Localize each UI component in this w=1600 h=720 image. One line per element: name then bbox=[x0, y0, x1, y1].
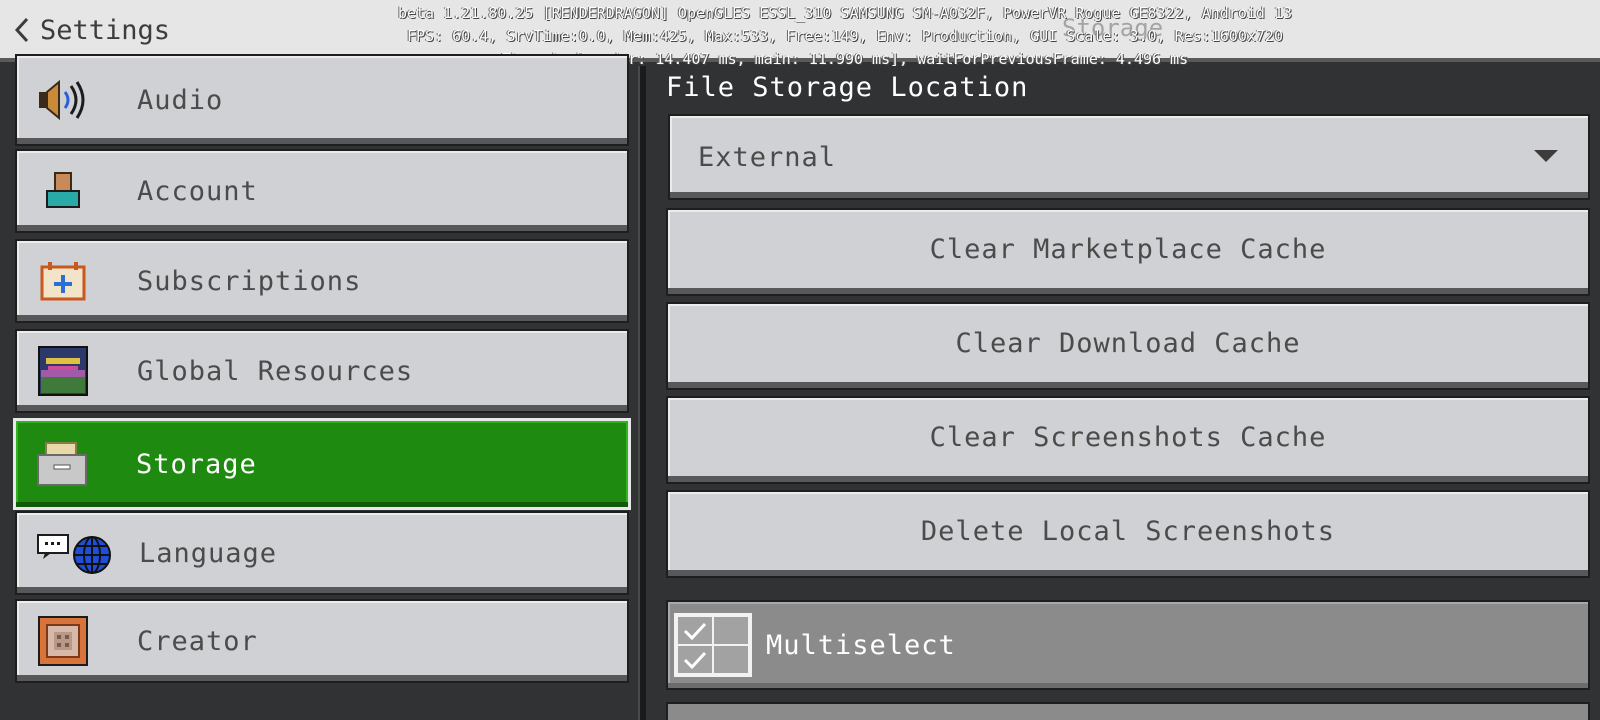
account-icon bbox=[35, 163, 91, 219]
empty-cell bbox=[713, 616, 749, 645]
sidebar-item-account[interactable]: Account bbox=[15, 149, 629, 233]
speaker-icon bbox=[35, 72, 91, 128]
multiselect-toggle[interactable]: Multiselect bbox=[666, 600, 1590, 690]
file-storage-location-dropdown[interactable]: External bbox=[668, 114, 1590, 200]
multiselect-label: Multiselect bbox=[766, 629, 956, 661]
debug-line: beta 1.21.80.25 [RENDERDRAGON] OpenGLES … bbox=[397, 4, 1293, 22]
debug-line: FPS: 60.4, SrvTime:0.0, Mem:425, Max:533… bbox=[407, 27, 1283, 45]
delete-local-screenshots-button[interactable]: Delete Local Screenshots bbox=[666, 490, 1590, 578]
storage-icon bbox=[34, 436, 90, 492]
subscriptions-icon bbox=[35, 253, 91, 309]
empty-cell bbox=[713, 645, 749, 674]
creator-icon bbox=[35, 613, 91, 669]
storage-panel: File Storage Location External Clear Mar… bbox=[648, 66, 1600, 720]
caret-down-icon bbox=[1534, 150, 1558, 162]
clear-marketplace-cache-button[interactable]: Clear Marketplace Cache bbox=[666, 208, 1590, 296]
multiselect-icon bbox=[674, 613, 752, 677]
chevron-left-icon bbox=[14, 17, 30, 43]
clear-download-cache-button[interactable]: Clear Download Cache bbox=[666, 302, 1590, 390]
checkmark-icon bbox=[677, 616, 713, 645]
sidebar-item-audio[interactable]: Audio bbox=[15, 54, 629, 146]
section-title: File Storage Location bbox=[666, 72, 1029, 103]
settings-sidebar: Audio Account Subscriptions Global Resou… bbox=[0, 54, 638, 720]
sidebar-item-label: Subscriptions bbox=[137, 265, 362, 297]
back-label: Settings bbox=[40, 14, 171, 46]
back-button[interactable]: Settings bbox=[14, 8, 170, 52]
language-icon bbox=[37, 525, 111, 581]
sidebar-item-storage[interactable]: Storage bbox=[13, 418, 631, 510]
sidebar-item-label: Audio bbox=[137, 84, 224, 116]
sidebar-item-label: Account bbox=[137, 175, 258, 207]
dropdown-value: External bbox=[698, 141, 837, 173]
sidebar-item-label: Creator bbox=[137, 625, 258, 657]
top-bar: Settings Storage beta 1.21.80.25 [RENDER… bbox=[0, 0, 1600, 68]
checkmark-icon bbox=[677, 645, 713, 674]
global-resources-icon bbox=[35, 343, 91, 399]
clear-screenshots-cache-button[interactable]: Clear Screenshots Cache bbox=[666, 396, 1590, 484]
sidebar-item-label: Global Resources bbox=[137, 355, 414, 387]
sidebar-item-subscriptions[interactable]: Subscriptions bbox=[15, 239, 629, 323]
sidebar-item-label: Language bbox=[139, 537, 278, 569]
pane-divider bbox=[638, 66, 646, 720]
list-item[interactable] bbox=[666, 702, 1590, 720]
sidebar-item-label: Storage bbox=[136, 448, 257, 480]
sidebar-item-global-resources[interactable]: Global Resources bbox=[15, 329, 629, 413]
sidebar-item-language[interactable]: Language bbox=[15, 511, 629, 595]
sidebar-item-creator[interactable]: Creator bbox=[15, 599, 629, 683]
